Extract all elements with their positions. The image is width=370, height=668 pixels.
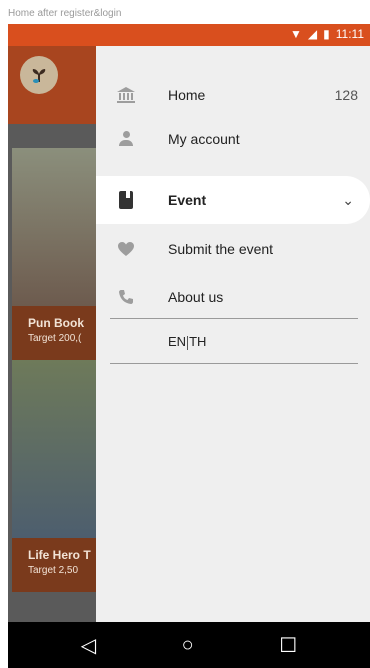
- app-logo[interactable]: [20, 56, 58, 94]
- drawer-item-label: My account: [168, 131, 240, 147]
- event-card-caption[interactable]: Pun Book Target 200,(: [12, 306, 102, 360]
- tree-logo-icon: [32, 69, 46, 83]
- language-switch[interactable]: EN TH: [168, 334, 206, 350]
- language-th[interactable]: TH: [189, 334, 206, 349]
- drawer-item-event[interactable]: Event ⌄: [96, 176, 370, 224]
- heart-icon: [116, 239, 136, 259]
- drawer-item-home[interactable]: Home 128: [96, 72, 370, 118]
- drawer-item-label: Home: [168, 87, 206, 103]
- navigation-drawer: Home 128 My account Event ⌄ Submit the e…: [96, 46, 370, 622]
- drawer-item-label: About us: [168, 289, 224, 305]
- phone-screen: ▼ ◢ ▮ 11:11 Pun Book Target 200,( Life H…: [8, 24, 370, 668]
- bank-icon: [116, 85, 136, 105]
- home-icon[interactable]: ○: [182, 634, 194, 657]
- chevron-down-icon[interactable]: ⌄: [342, 192, 354, 209]
- drawer-item-my-account[interactable]: My account: [96, 116, 370, 162]
- event-card-target: Target 2,50: [28, 565, 79, 576]
- event-card-target: Target 200,(: [28, 333, 82, 344]
- event-card-title: Life Hero T: [28, 548, 91, 562]
- system-navigation-bar: ◁ ○ ☐: [8, 622, 370, 668]
- screenshot-caption: Home after register&login: [8, 8, 122, 19]
- status-bar: ▼ ◢ ▮ 11:11: [8, 24, 370, 46]
- status-time: 11:11: [335, 27, 364, 41]
- signal-icon: ◢: [307, 27, 318, 41]
- drawer-item-submit-event[interactable]: Submit the event: [96, 226, 370, 272]
- event-card-image[interactable]: [12, 360, 102, 538]
- drawer-item-label: Event: [168, 192, 207, 208]
- divider: [110, 363, 358, 364]
- language-en[interactable]: EN: [168, 334, 186, 349]
- home-count-badge: 128: [334, 87, 358, 103]
- drawer-item-label: Submit the event: [168, 241, 274, 257]
- book-icon: [116, 190, 136, 210]
- battery-icon: ▮: [323, 27, 330, 41]
- wifi-icon: ▼: [290, 27, 302, 41]
- language-separator: [187, 335, 189, 350]
- phone-icon: [116, 287, 136, 307]
- person-icon: [116, 129, 136, 149]
- event-card-image[interactable]: [12, 148, 102, 306]
- back-icon[interactable]: ◁: [81, 633, 96, 658]
- event-card-title: Pun Book: [28, 316, 84, 330]
- recents-icon[interactable]: ☐: [279, 633, 297, 658]
- divider: [110, 318, 358, 319]
- event-card-caption[interactable]: Life Hero T Target 2,50: [12, 538, 102, 592]
- drawer-item-about-us[interactable]: About us: [96, 274, 370, 320]
